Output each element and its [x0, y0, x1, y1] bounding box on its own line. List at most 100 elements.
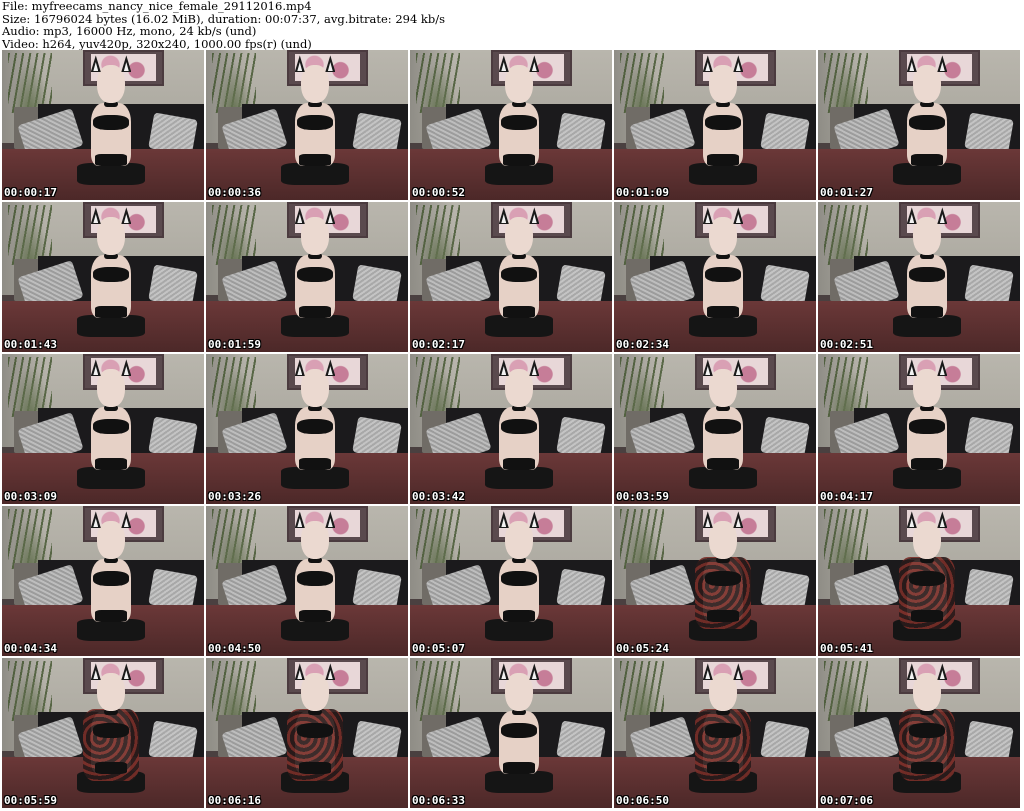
thumbnail-timestamp: 00:00:36 — [208, 186, 261, 199]
video-thumbnail: 00:04:17 — [818, 354, 1020, 504]
head — [913, 673, 941, 712]
thumbnail-timestamp: 00:02:51 — [820, 338, 873, 351]
person — [893, 55, 961, 185]
lingerie-bottom — [911, 609, 943, 622]
head — [97, 521, 125, 560]
lingerie-bottom — [707, 457, 739, 470]
lingerie-bottom — [299, 609, 331, 622]
video-thumbnail: 00:05:59 — [2, 658, 204, 808]
person — [689, 55, 757, 185]
lingerie-bottom — [911, 761, 943, 774]
head — [97, 65, 125, 104]
person — [893, 359, 961, 489]
thumbnail-timestamp: 00:04:17 — [820, 490, 873, 503]
head — [709, 65, 737, 104]
lingerie-bottom — [95, 457, 127, 470]
head — [301, 217, 329, 256]
lingerie-bottom — [911, 457, 943, 470]
lingerie-bottom — [299, 761, 331, 774]
head — [709, 369, 737, 408]
thumbnail-timestamp: 00:01:09 — [616, 186, 669, 199]
person — [893, 207, 961, 337]
person — [281, 511, 349, 641]
head — [97, 217, 125, 256]
person — [281, 207, 349, 337]
person — [77, 511, 145, 641]
lingerie-bottom — [95, 305, 127, 318]
thumbnail-timestamp: 00:05:07 — [412, 642, 465, 655]
thumbnail-timestamp: 00:01:27 — [820, 186, 873, 199]
lingerie-top — [704, 571, 742, 586]
person — [281, 663, 349, 793]
thumbnail-grid: 00:00:17 00:00:36 00:00:52 00:01:09 00:01:27… — [0, 50, 1024, 811]
thumbnail-timestamp: 00:02:17 — [412, 338, 465, 351]
thumbnail-timestamp: 00:04:50 — [208, 642, 261, 655]
video-thumbnail: 00:02:34 — [614, 202, 816, 352]
thumbnail-timestamp: 00:07:06 — [820, 794, 873, 807]
lingerie-top — [296, 723, 334, 738]
thumbnail-timestamp: 00:00:52 — [412, 186, 465, 199]
lingerie-top — [500, 723, 538, 738]
video-thumbnail: 00:03:59 — [614, 354, 816, 504]
lingerie-top — [500, 115, 538, 130]
file-info-header: File: myfreecams_nancy_nice_female_29112… — [2, 0, 1022, 50]
video-thumbnail: 00:06:33 — [410, 658, 612, 808]
head — [97, 369, 125, 408]
lingerie-top — [908, 571, 946, 586]
lingerie-top — [92, 267, 130, 282]
lingerie-bottom — [503, 153, 535, 166]
head — [301, 369, 329, 408]
head — [913, 65, 941, 104]
person — [281, 55, 349, 185]
video-thumbnail: 00:05:41 — [818, 506, 1020, 656]
video-thumbnail: 00:04:34 — [2, 506, 204, 656]
video-thumbnail: 00:00:36 — [206, 50, 408, 200]
head — [505, 369, 533, 408]
file-name-line: File: myfreecams_nancy_nice_female_29112… — [2, 0, 312, 13]
lingerie-top — [908, 723, 946, 738]
head — [709, 521, 737, 560]
lingerie-bottom — [911, 153, 943, 166]
lingerie-top — [704, 115, 742, 130]
thumbnail-timestamp: 00:05:24 — [616, 642, 669, 655]
lingerie-top — [92, 115, 130, 130]
lingerie-top — [704, 419, 742, 434]
video-thumbnail: 00:04:50 — [206, 506, 408, 656]
video-thumbnail: 00:00:52 — [410, 50, 612, 200]
head — [97, 673, 125, 712]
lingerie-bottom — [299, 457, 331, 470]
head — [913, 217, 941, 256]
person — [689, 511, 757, 641]
thumbnail-timestamp: 00:04:34 — [4, 642, 57, 655]
audio-info-line: Audio: mp3, 16000 Hz, mono, 24 kb/s (und… — [2, 24, 257, 38]
thumbnail-timestamp: 00:03:26 — [208, 490, 261, 503]
video-thumbnail: 00:03:42 — [410, 354, 612, 504]
video-thumbnail: 00:03:09 — [2, 354, 204, 504]
video-thumbnail: 00:05:24 — [614, 506, 816, 656]
lingerie-top — [908, 267, 946, 282]
thumbnail-timestamp: 00:03:59 — [616, 490, 669, 503]
lingerie-top — [500, 571, 538, 586]
thumbnail-timestamp: 00:06:16 — [208, 794, 261, 807]
video-thumbnail: 00:03:26 — [206, 354, 408, 504]
head — [913, 521, 941, 560]
lingerie-top — [92, 571, 130, 586]
video-thumbnail: 00:02:17 — [410, 202, 612, 352]
person — [689, 359, 757, 489]
video-thumbnail: 00:07:06 — [818, 658, 1020, 808]
head — [301, 521, 329, 560]
lingerie-bottom — [911, 305, 943, 318]
head — [709, 217, 737, 256]
lingerie-bottom — [95, 761, 127, 774]
head — [301, 673, 329, 712]
lingerie-bottom — [95, 609, 127, 622]
person — [485, 207, 553, 337]
head — [301, 65, 329, 104]
person — [77, 359, 145, 489]
person — [77, 55, 145, 185]
lingerie-bottom — [503, 609, 535, 622]
lingerie-bottom — [707, 609, 739, 622]
thumbnail-timestamp: 00:03:42 — [412, 490, 465, 503]
thumbnail-timestamp: 00:00:17 — [4, 186, 57, 199]
head — [505, 65, 533, 104]
